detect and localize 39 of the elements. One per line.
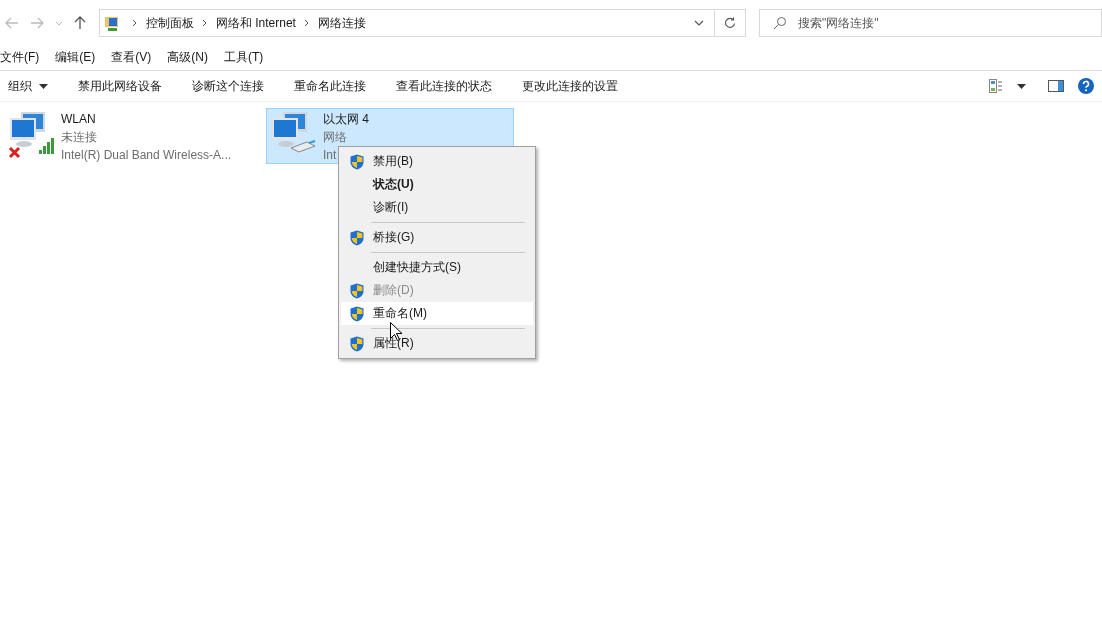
adapter-name: Int bbox=[323, 147, 338, 164]
menu-item[interactable]: 工具(T) bbox=[224, 48, 264, 66]
context-menu-item[interactable]: 桥接(G) bbox=[341, 226, 533, 249]
context-menu-item[interactable]: 属性(R) bbox=[341, 332, 533, 355]
preview-pane-icon[interactable] bbox=[1048, 80, 1064, 92]
chevron-icon bbox=[201, 19, 207, 27]
connection-status: 网络 bbox=[323, 129, 348, 146]
chevron-icon bbox=[131, 19, 137, 27]
menu-item[interactable]: 编辑(E) bbox=[55, 48, 96, 66]
control-panel-icon bbox=[103, 15, 120, 31]
caret-icon bbox=[39, 83, 48, 89]
connection-name: WLAN bbox=[61, 111, 97, 128]
help-icon[interactable] bbox=[1078, 78, 1094, 94]
toolbar-button[interactable]: 重命名此连接 bbox=[294, 77, 366, 95]
address-bar[interactable]: 控制面板 网络和 Internet 网络连接 bbox=[98, 9, 746, 37]
context-menu-item[interactable]: 创建快捷方式(S) bbox=[341, 256, 533, 279]
context-menu-item[interactable]: 诊断(I) bbox=[341, 196, 533, 219]
connection-name: 以太网 4 bbox=[323, 111, 369, 128]
view-options-icon[interactable] bbox=[989, 79, 1003, 93]
chevron-icon bbox=[303, 19, 309, 27]
toolbar-button[interactable]: 诊断这个连接 bbox=[192, 77, 264, 95]
organize-button[interactable]: 组织 bbox=[8, 77, 48, 95]
toolbar-button[interactable]: 禁用此网络设备 bbox=[78, 77, 162, 95]
dropdown-icon[interactable] bbox=[1017, 83, 1026, 89]
breadcrumb[interactable]: 控制面板 bbox=[145, 14, 194, 32]
breadcrumb[interactable]: 网络和 Internet bbox=[215, 14, 296, 32]
toolbar-button[interactable]: 查看此连接的状态 bbox=[396, 77, 492, 95]
breadcrumb[interactable]: 网络连接 bbox=[317, 14, 366, 32]
context-menu-item[interactable]: 重命名(M) bbox=[341, 302, 533, 325]
toolbar-button[interactable]: 更改此连接的设置 bbox=[522, 77, 618, 95]
context-menu-item[interactable]: 状态(U) bbox=[341, 173, 533, 196]
search-icon bbox=[773, 16, 787, 30]
menu-item[interactable]: 查看(V) bbox=[111, 48, 152, 66]
adapter-name: Intel(R) Dual Band Wireless-A... bbox=[61, 147, 232, 164]
search-field[interactable]: 搜索"网络连接" bbox=[759, 9, 1102, 37]
menu-item[interactable]: 文件(F) bbox=[0, 48, 40, 66]
connection-item[interactable]: WLAN 未连接 Intel(R) Dual Band Wireless-A... bbox=[4, 108, 252, 164]
connection-status: 未连接 bbox=[61, 129, 98, 146]
menu-item[interactable]: 高级(N) bbox=[167, 48, 208, 66]
